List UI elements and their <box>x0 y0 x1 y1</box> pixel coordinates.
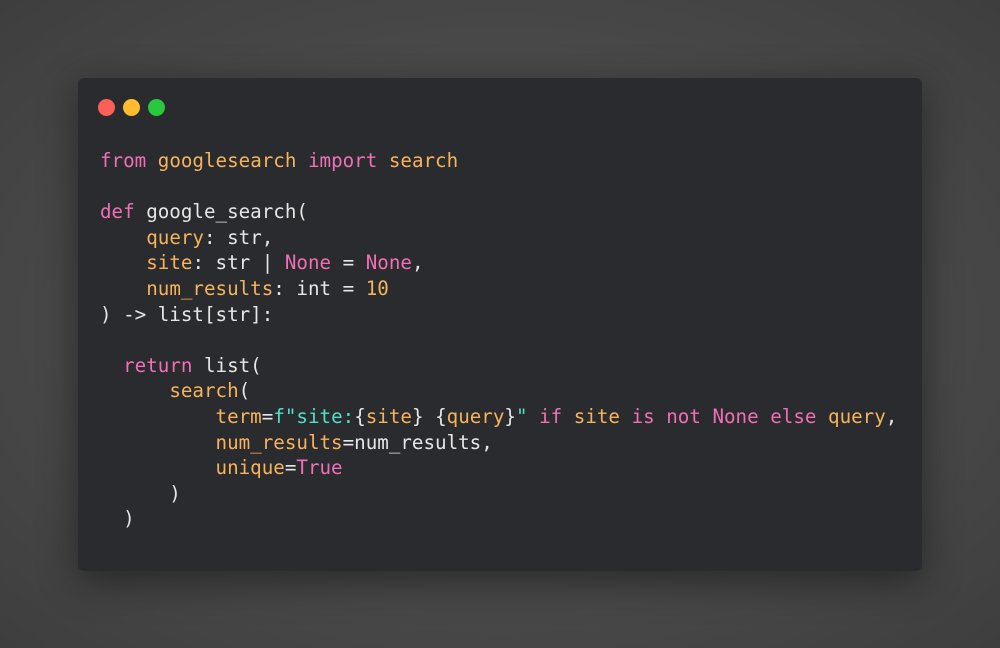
code-token: not <box>666 404 701 428</box>
code-line: site: str | None = None, <box>100 250 897 276</box>
code-token: query <box>446 404 505 428</box>
code-line: num_results: int = 10 <box>100 276 897 302</box>
code-token: { <box>435 404 447 428</box>
code-token: def <box>100 200 135 224</box>
code-token: None <box>712 404 759 428</box>
code-token: ( <box>238 379 251 403</box>
code-token: unique <box>215 456 285 480</box>
code-token: googlesearch <box>157 149 297 172</box>
code-token: ) <box>100 481 181 505</box>
code-token: query <box>828 404 886 428</box>
code-token: site <box>573 404 620 428</box>
code-window: from googlesearch import search def googl… <box>78 78 922 571</box>
window-controls <box>98 99 165 116</box>
code-token: " <box>515 404 528 428</box>
code-token: None <box>365 251 412 275</box>
code-token: num_results <box>146 276 274 300</box>
code-token: None <box>284 251 332 275</box>
close-button[interactable] <box>98 99 115 116</box>
code-token: ) -> list[str]: <box>100 302 274 326</box>
code-line: unique=True <box>100 455 897 481</box>
code-token: : str | <box>192 251 285 275</box>
code-token: : int = <box>273 276 366 300</box>
code-token: } <box>504 404 516 428</box>
code-token: return <box>123 353 193 377</box>
code-token: , <box>885 404 898 428</box>
code-token: True <box>296 456 343 480</box>
code-line: return list( <box>100 353 897 379</box>
maximize-button[interactable] <box>148 99 165 116</box>
code-token: =num_results, <box>342 430 493 454</box>
code-line: ) -> list[str]: <box>100 302 897 328</box>
code-token: f"site: <box>273 404 355 428</box>
code-line: query: str, <box>100 225 897 251</box>
code-line: search( <box>100 378 897 404</box>
code-line: ) <box>100 481 897 507</box>
code-line: num_results=num_results, <box>100 430 897 456</box>
code-token: list( <box>192 353 262 377</box>
code-block: from googlesearch import search def googl… <box>100 148 897 532</box>
code-token: : str, <box>203 225 274 249</box>
code-token: site <box>146 251 193 275</box>
code-token: search <box>388 149 459 172</box>
code-token: ) <box>100 507 135 531</box>
code-token: google_search( <box>134 200 308 224</box>
code-token: from <box>100 149 147 172</box>
code-token: if <box>539 404 563 428</box>
code-line: from googlesearch import search <box>100 148 897 174</box>
code-line: term=f"site:{site} {query}" if site is n… <box>100 404 898 430</box>
code-token: site <box>365 404 412 428</box>
code-token: query <box>146 225 204 249</box>
code-token: , <box>411 251 424 275</box>
code-token: else <box>770 404 817 428</box>
minimize-button[interactable] <box>123 99 140 116</box>
code-token: is <box>631 404 655 428</box>
code-token: } <box>411 404 424 428</box>
code-token: 10 <box>365 276 389 300</box>
code-line: def google_search( <box>100 199 897 225</box>
code-token: = <box>284 456 297 480</box>
code-token: num_results <box>215 430 343 454</box>
code-token: import <box>307 149 378 172</box>
code-line: ) <box>100 506 897 532</box>
code-token: = <box>331 251 366 275</box>
code-token: = <box>261 404 274 428</box>
code-token: { <box>354 404 366 428</box>
code-token: term <box>215 404 262 428</box>
code-token: search <box>169 379 239 403</box>
